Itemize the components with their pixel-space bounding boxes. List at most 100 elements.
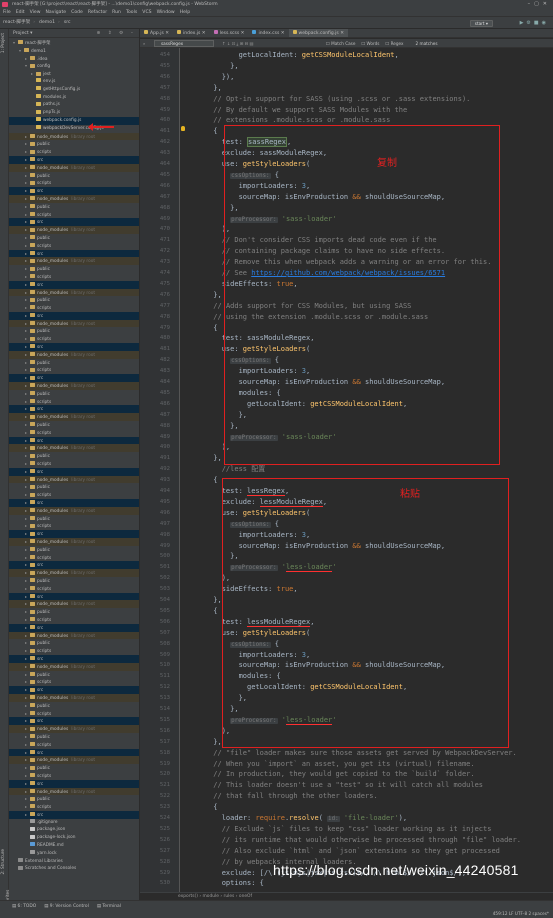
tree-folder[interactable]: ▸ node_modules library root	[9, 382, 139, 390]
search-option-words[interactable]: ☐ Words	[361, 41, 379, 46]
tree-folder[interactable]: ▸ src	[9, 187, 139, 195]
project-panel-tools[interactable]: ⊕ ⇕ ⚙ –	[97, 29, 137, 38]
close-icon[interactable]: ✕	[279, 31, 285, 36]
tree-file[interactable]: modules.js	[9, 93, 139, 102]
tree-file[interactable]: yarn.lock	[9, 850, 139, 858]
tree-folder[interactable]: ▸ node_modules library root	[9, 600, 139, 609]
editor-breadcrumb-item[interactable]: exports()	[178, 894, 198, 899]
tree-folder[interactable]: ▸ node_modules library root	[9, 506, 139, 515]
tree-folder[interactable]: ▸ public	[9, 671, 139, 679]
tree-folder[interactable]: ▸ public	[9, 733, 139, 741]
tree-folder[interactable]: ▸ public	[9, 265, 139, 273]
tree-folder[interactable]: ▸ scripts	[9, 554, 139, 562]
window-controls[interactable]: –▢✕	[528, 0, 551, 9]
tree-folder[interactable]: ▸ node_modules library root	[9, 194, 139, 203]
code-line[interactable]: 521 // This loader doesn't use a "test" …	[140, 780, 553, 791]
tree-folder[interactable]: ▸ public	[9, 421, 139, 429]
tree-folder[interactable]: ▸ node_modules library root	[9, 693, 139, 702]
tree-file[interactable]: package-lock.json	[9, 834, 139, 842]
code-line[interactable]: 519 // When you `import` an asset, you g…	[140, 759, 553, 770]
tree-folder[interactable]: ▸ scripts	[9, 491, 139, 499]
tool-window-2[interactable]: ▤ Terminal	[97, 904, 121, 909]
code-line[interactable]: 526 // its runtime that would otherwise …	[140, 835, 553, 846]
code-line[interactable]: 527 // Also exclude `html` and `json` ex…	[140, 846, 553, 857]
tree-folder[interactable]: ▸ node_modules library root	[9, 163, 139, 172]
menu-item-tools[interactable]: Tools	[126, 10, 137, 15]
tree-folder[interactable]: ▸ scripts	[9, 678, 139, 686]
menu-item-help[interactable]: Help	[180, 10, 190, 15]
tree-folder[interactable]: ▸ scripts	[9, 304, 139, 312]
tree-folder[interactable]: ▸ public	[9, 452, 139, 460]
structure-tool-button[interactable]: 2: Structure	[1, 849, 6, 875]
tree-folder[interactable]: ▸ public	[9, 390, 139, 398]
tree-folder[interactable]: ▸ node_modules library root	[9, 662, 139, 671]
tree-folder[interactable]: ▸ src	[9, 779, 139, 788]
tree-folder[interactable]: ▸ node_modules library root	[9, 288, 139, 297]
tree-folder[interactable]: ▸ scripts	[9, 741, 139, 749]
breadcrumb-item[interactable]: react-脚手架	[3, 20, 30, 25]
editor-breadcrumb-item[interactable]: oneOf	[239, 894, 252, 899]
tree-folder[interactable]: ▸ scripts	[9, 710, 139, 718]
tree-folder[interactable]: ▸ node_modules library root	[9, 444, 139, 453]
tree-folder[interactable]: ▸ src	[9, 748, 139, 757]
code-line[interactable]: 492 //less 配置	[140, 464, 553, 475]
menu-item-edit[interactable]: Edit	[16, 10, 25, 15]
menu-item-refactor[interactable]: Refactor	[88, 10, 107, 15]
project-panel-title[interactable]: Project	[13, 31, 29, 36]
tree-folder[interactable]: ▸ scripts	[9, 429, 139, 437]
tool-window-0[interactable]: ▤ 6: TODO	[12, 904, 36, 909]
menu-item-file[interactable]: File	[3, 10, 11, 15]
close-icon[interactable]: ✕	[339, 31, 344, 36]
tree-folder[interactable]: ▸ scripts	[9, 273, 139, 281]
tree-folder[interactable]: ▸ node_modules library root	[9, 319, 139, 328]
tree-file[interactable]: env.js	[9, 78, 139, 86]
tree-folder[interactable]: ▸ public	[9, 327, 139, 335]
tree-folder[interactable]: ▸ node_modules library root	[9, 413, 139, 422]
tree-folder[interactable]: ▸ src	[9, 654, 139, 663]
tree-file[interactable]: Scratches and Consoles	[9, 865, 139, 873]
tab-index-css[interactable]: index.css ✕	[248, 29, 288, 37]
tree-folder[interactable]: ▸ public	[9, 577, 139, 585]
tree-file[interactable]: getHttpsConfig.js	[9, 86, 139, 94]
tree-folder[interactable]: ▸ scripts	[9, 772, 139, 780]
close-icon[interactable]: ✕	[200, 31, 206, 36]
tree-folder[interactable]: ▸ scripts	[9, 179, 139, 187]
tree-folder[interactable]: ▸ src	[9, 311, 139, 320]
tree-folder[interactable]: ▸ scripts	[9, 460, 139, 468]
code-line[interactable]: 524 loader: require.resolve( id: 'file-l…	[140, 813, 553, 824]
tree-folder[interactable]: ▾ config	[9, 62, 139, 70]
code-line[interactable]: 455 },	[140, 61, 553, 72]
code-line[interactable]: 525 // Exclude `js` files to keep "css" …	[140, 824, 553, 835]
tree-folder[interactable]: ▸ src	[9, 810, 139, 819]
tab-index-js[interactable]: index.js ✕	[173, 29, 210, 37]
tab-webpack-config-js[interactable]: webpack.config.js ✕	[288, 29, 348, 37]
tree-file[interactable]: README.md	[9, 842, 139, 850]
code-line[interactable]: 523 {	[140, 802, 553, 813]
close-icon[interactable]: ✕	[164, 31, 169, 36]
tree-folder[interactable]: ▸ src	[9, 405, 139, 414]
tree-folder[interactable]: ▸ scripts	[9, 585, 139, 593]
close-icon[interactable]: ✕	[239, 31, 245, 36]
tree-folder[interactable]: ▸ src	[9, 717, 139, 726]
menu-item-navigate[interactable]: Navigate	[46, 10, 67, 15]
menu-item-code[interactable]: Code	[71, 10, 83, 15]
tree-folder[interactable]: ▸ scripts	[9, 522, 139, 530]
search-input[interactable]: sassRegex	[154, 40, 214, 47]
tree-folder[interactable]: ▸ scripts	[9, 148, 139, 156]
tree-folder[interactable]: ▸ public	[9, 140, 139, 148]
tab-App-js[interactable]: App.js ✕	[140, 29, 173, 37]
breadcrumb-item[interactable]: src	[64, 20, 71, 25]
tree-folder[interactable]: ▸ node_modules library root	[9, 569, 139, 577]
run-config-select[interactable]: start ▾	[469, 20, 493, 27]
tree-folder[interactable]: ▸ public	[9, 296, 139, 304]
tree-folder[interactable]: ▸ scripts	[9, 616, 139, 624]
tree-folder[interactable]: ▸ scripts	[9, 335, 139, 343]
tree-folder[interactable]: ▸ public	[9, 172, 139, 180]
tree-folder[interactable]: ▸ scripts	[9, 803, 139, 811]
tree-folder[interactable]: ▸ src	[9, 499, 139, 507]
tree-folder[interactable]: ▸ .idea	[9, 55, 139, 63]
tree-folder[interactable]: ▸ scripts	[9, 366, 139, 374]
tree-file[interactable]: webpackDevServer.config.js	[9, 125, 139, 133]
tree-folder[interactable]: ▸ node_modules library root	[9, 257, 139, 266]
code-line[interactable]: 458 // Opt-in support for SASS (using .s…	[140, 94, 553, 105]
